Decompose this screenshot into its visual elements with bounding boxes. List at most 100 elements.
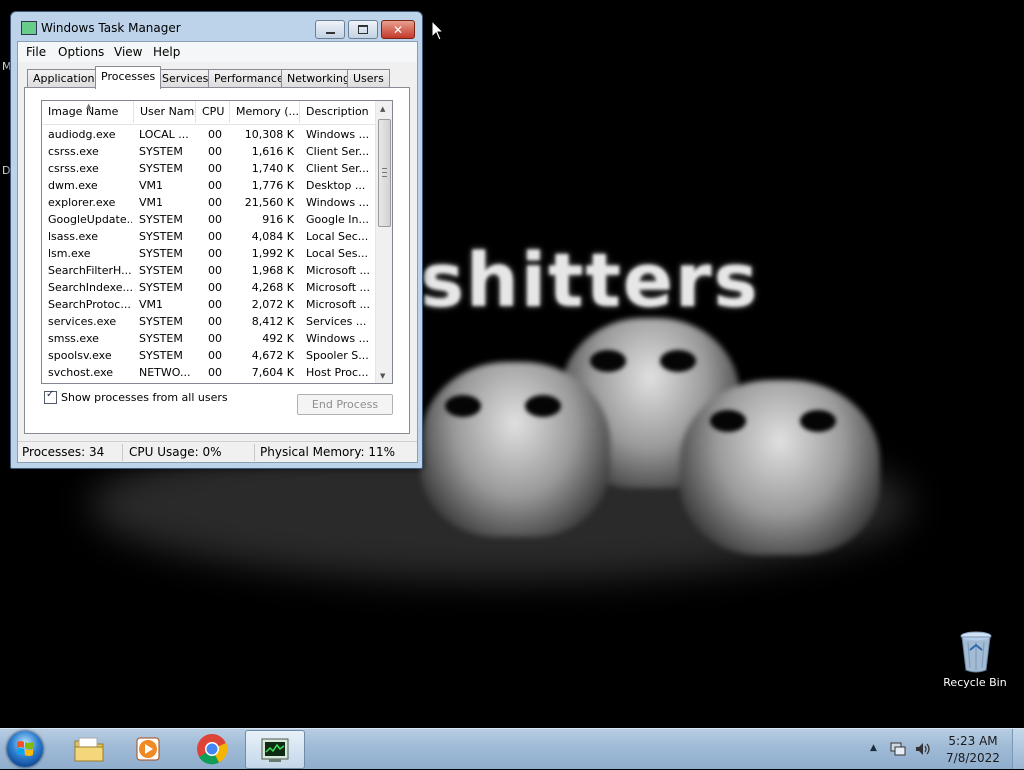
status-cpu-usage: CPU Usage: 0% [129, 445, 222, 459]
cell-cpu: 00 [208, 247, 222, 260]
table-row[interactable]: SearchFilterH... SYSTEM 00 1,968 K Microsoft… [42, 262, 376, 279]
table-row[interactable]: explorer.exe VM1 00 21,560 K Windows ... [42, 194, 376, 211]
network-icon[interactable] [890, 741, 906, 760]
cell-user-name: VM1 [139, 196, 164, 209]
clock-time[interactable]: 5:23 AM [940, 734, 1006, 748]
cell-memory: 7,604 K [251, 366, 294, 379]
cell-description: Microsoft ... [306, 298, 371, 311]
window-title: Windows Task Manager [41, 21, 181, 35]
menu-file[interactable]: File [26, 45, 46, 59]
cell-description: Client Ser... [306, 162, 370, 175]
windows-logo-icon [17, 741, 33, 756]
column-header-user-name[interactable]: User Name [134, 101, 196, 123]
volume-icon[interactable] [914, 741, 932, 760]
vertical-scrollbar[interactable]: ▲ ▼ [375, 101, 392, 383]
column-header-memory[interactable]: Memory (... [230, 101, 300, 123]
desktop-icon-recycle-bin[interactable]: Recycle Bin [940, 630, 1010, 689]
cell-memory: 1,616 K [251, 145, 294, 158]
cell-image-name: csrss.exe [48, 162, 99, 175]
taskbar-task-manager-button[interactable] [245, 730, 305, 769]
cell-description: Local Sec... [306, 230, 369, 243]
process-list[interactable]: ▲ Image Name User Name CPU Memory (... D… [41, 100, 393, 384]
end-process-button[interactable]: End Process [297, 394, 393, 415]
table-row[interactable]: lsass.exe SYSTEM 00 4,084 K Local Sec... [42, 228, 376, 245]
cell-cpu: 00 [208, 162, 222, 175]
cell-description: Client Ser... [306, 145, 370, 158]
start-button[interactable] [7, 731, 43, 767]
cell-image-name: dwm.exe [48, 179, 98, 192]
cell-description: Windows ... [306, 196, 370, 209]
cell-user-name: SYSTEM [139, 315, 183, 328]
table-row[interactable]: csrss.exe SYSTEM 00 1,740 K Client Ser... [42, 160, 376, 177]
cell-cpu: 00 [208, 281, 222, 294]
table-row[interactable]: GoogleUpdate... SYSTEM 00 916 K Google In... [42, 211, 376, 228]
cell-cpu: 00 [208, 332, 222, 345]
column-header-bar: ▲ Image Name User Name CPU Memory (... D… [42, 101, 376, 125]
scrollbar-thumb[interactable] [378, 119, 391, 227]
taskbar-chrome-button[interactable] [183, 730, 241, 767]
cell-image-name: audiodg.exe [48, 128, 116, 141]
menu-options[interactable]: Options [58, 45, 104, 59]
column-header-image-name[interactable]: ▲ Image Name [42, 101, 134, 123]
cell-cpu: 00 [208, 298, 222, 311]
table-row[interactable]: services.exe SYSTEM 00 8,412 K Services ... [42, 313, 376, 330]
table-row[interactable]: SearchProtoc... VM1 00 2,072 K Microsoft ... [42, 296, 376, 313]
table-row[interactable]: csrss.exe SYSTEM 00 1,616 K Client Ser... [42, 143, 376, 160]
table-row[interactable]: svchost.exe NETWO... 00 7,604 K Host Proc... [42, 364, 376, 381]
table-row[interactable]: spoolsv.exe SYSTEM 00 4,672 K Spooler S... [42, 347, 376, 364]
cell-description: Host Proc... [306, 366, 369, 379]
column-header-cpu[interactable]: CPU [196, 101, 230, 123]
wallpaper-skull [420, 362, 610, 537]
mouse-cursor-icon [431, 19, 445, 45]
show-all-processes-checkbox[interactable]: Show processes from all users [44, 389, 228, 404]
cell-image-name: smss.exe [48, 332, 99, 345]
cell-description: Windows ... [306, 332, 370, 345]
cell-user-name: VM1 [139, 179, 164, 192]
table-row[interactable]: SearchIndexe... SYSTEM 00 4,268 K Microsoft … [42, 279, 376, 296]
tab-users[interactable]: Users [347, 69, 390, 88]
tab-performance[interactable]: Performance [208, 69, 290, 88]
task-manager-window: Windows Task Manager ✕ File Options View… [10, 11, 423, 469]
menu-view[interactable]: View [114, 45, 142, 59]
minimize-button[interactable] [315, 20, 345, 39]
column-header-description[interactable]: Description [300, 101, 376, 123]
cell-memory: 10,308 K [244, 128, 294, 141]
menu-help[interactable]: Help [153, 45, 180, 59]
clock-date[interactable]: 7/8/2022 [940, 751, 1006, 765]
cell-user-name: SYSTEM [139, 230, 183, 243]
tab-networking[interactable]: Networking [281, 69, 356, 88]
scroll-up-arrow-icon[interactable]: ▲ [380, 105, 385, 113]
close-button[interactable]: ✕ [381, 20, 415, 39]
cell-description: Spooler S... [306, 349, 369, 362]
table-row[interactable]: smss.exe SYSTEM 00 492 K Windows ... [42, 330, 376, 347]
cell-user-name: VM1 [139, 298, 164, 311]
task-manager-client: File Options View Help Applications Proc… [17, 41, 418, 463]
taskbar-explorer-button[interactable] [60, 730, 118, 767]
tab-services[interactable]: Services [156, 69, 215, 88]
table-row[interactable]: dwm.exe VM1 00 1,776 K Desktop ... [42, 177, 376, 194]
tab-processes[interactable]: Processes [95, 66, 162, 89]
minimize-icon [325, 31, 335, 34]
cell-image-name: lsm.exe [48, 247, 91, 260]
show-hidden-icons-icon[interactable]: ▲ [870, 743, 877, 753]
cell-user-name: SYSTEM [139, 281, 183, 294]
cell-description: Microsoft ... [306, 264, 371, 277]
table-row[interactable]: audiodg.exe LOCAL ... 00 10,308 K Windows ..… [42, 126, 376, 143]
task-manager-app-icon [21, 21, 37, 35]
cell-cpu: 00 [208, 366, 222, 379]
cell-user-name: SYSTEM [139, 213, 183, 226]
taskbar-media-player-button[interactable] [120, 730, 178, 767]
scroll-down-arrow-icon[interactable]: ▼ [380, 372, 385, 380]
cell-memory: 492 K [262, 332, 294, 345]
cell-cpu: 00 [208, 128, 222, 141]
cell-user-name: LOCAL ... [139, 128, 189, 141]
checkbox-checked-icon[interactable] [44, 389, 57, 404]
show-desktop-button[interactable] [1012, 729, 1024, 769]
table-row[interactable]: lsm.exe SYSTEM 00 1,992 K Local Ses... [42, 245, 376, 262]
cell-memory: 1,740 K [251, 162, 294, 175]
cell-user-name: SYSTEM [139, 264, 183, 277]
cell-user-name: SYSTEM [139, 332, 183, 345]
title-bar[interactable]: Windows Task Manager ✕ [11, 12, 422, 42]
maximize-button[interactable] [348, 20, 378, 39]
cell-memory: 916 K [262, 213, 294, 226]
